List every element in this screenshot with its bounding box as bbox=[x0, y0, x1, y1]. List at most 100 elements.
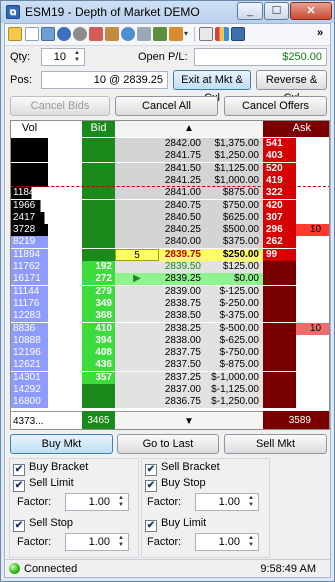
pl-cell[interactable]: $625.00 bbox=[205, 211, 263, 224]
order-marker-cell[interactable] bbox=[115, 322, 159, 335]
minimize-button[interactable]: _ bbox=[237, 2, 263, 20]
ladder-row[interactable]: 2841.50 $1,125.00 520 bbox=[11, 162, 329, 175]
ask-cell[interactable] bbox=[263, 359, 296, 372]
order-marker-cell[interactable] bbox=[115, 371, 159, 384]
ladder-row[interactable]: 14301 357 2837.25 $-1,000.00 bbox=[11, 371, 329, 384]
order-marker-cell[interactable] bbox=[115, 310, 159, 323]
flask-icon[interactable] bbox=[89, 27, 103, 41]
bid-order-cell[interactable] bbox=[48, 371, 82, 384]
scroll-down-icon[interactable]: ▼ bbox=[184, 416, 194, 427]
pl-cell[interactable]: $375.00 bbox=[205, 236, 263, 249]
pl-cell[interactable]: $-1,250.00 bbox=[205, 396, 263, 409]
bid-cell[interactable]: 272 bbox=[82, 273, 115, 286]
pl-cell[interactable]: $-125.00 bbox=[205, 285, 263, 298]
cancel-bids-button[interactable]: Cancel Bids bbox=[10, 96, 110, 116]
dom-ladder[interactable]: Vol Bid ▲ Ask 2842.00 $1,375.00 541 2841.75… bbox=[10, 120, 330, 430]
ladder-row[interactable]: 2841.75 $1,250.00 403 bbox=[11, 150, 329, 163]
pl-cell[interactable]: $-875.00 bbox=[205, 359, 263, 372]
bid-cell[interactable] bbox=[82, 187, 115, 200]
ask-order-cell[interactable] bbox=[296, 285, 329, 298]
ladder-row[interactable]: 8219 2840.00 $375.00 262 bbox=[11, 236, 329, 249]
order-marker-cell[interactable] bbox=[115, 174, 159, 187]
buy-mkt-button[interactable]: Buy Mkt bbox=[10, 434, 113, 454]
sell-stop-checkbox[interactable]: ✔ Sell Stop bbox=[13, 517, 73, 532]
order-marker-cell[interactable] bbox=[115, 187, 159, 200]
ask-cell[interactable]: 541 bbox=[263, 138, 296, 150]
bid-cell[interactable] bbox=[82, 162, 115, 175]
ask-cell[interactable]: 403 bbox=[263, 150, 296, 163]
bid-cell[interactable] bbox=[82, 199, 115, 212]
ask-order-cell[interactable] bbox=[296, 347, 329, 360]
tag-icon[interactable] bbox=[105, 27, 119, 41]
ask-order-cell[interactable] bbox=[296, 199, 329, 212]
ask-order-cell[interactable] bbox=[296, 297, 329, 310]
ask-cell[interactable] bbox=[263, 310, 296, 323]
ask-order-cell[interactable] bbox=[296, 150, 329, 163]
paint-dropdown-icon[interactable]: ▾ bbox=[184, 29, 188, 38]
ladder-row[interactable]: 2417 2840.50 $625.00 307 bbox=[11, 211, 329, 224]
ladder-row[interactable]: 3728 2840.25 $500.00 296 10 bbox=[11, 224, 329, 237]
ladder-row[interactable]: 11176 349 2838.75 $-250.00 bbox=[11, 297, 329, 310]
order-marker-cell[interactable] bbox=[115, 347, 159, 360]
ask-cell[interactable]: 520 bbox=[263, 162, 296, 175]
chart-window-icon[interactable] bbox=[231, 27, 245, 41]
ask-order-cell[interactable] bbox=[296, 187, 329, 200]
factor-stepper-2[interactable]: 1.00 ▲ ▼ bbox=[195, 493, 259, 511]
gear-icon[interactable] bbox=[73, 27, 87, 41]
scroll-up-icon[interactable]: ▲ bbox=[184, 123, 194, 134]
reverse-button[interactable]: Reverse & Cxl bbox=[256, 70, 327, 104]
bid-order-cell[interactable] bbox=[48, 273, 82, 286]
bid-order-cell[interactable] bbox=[48, 285, 82, 298]
maximize-button[interactable]: ☐ bbox=[264, 2, 289, 20]
qty-spin-icon[interactable]: ▲ ▼ bbox=[71, 50, 83, 64]
order-marker-cell[interactable] bbox=[115, 150, 159, 163]
pl-cell[interactable]: $-375.00 bbox=[205, 310, 263, 323]
ask-order-cell[interactable] bbox=[296, 162, 329, 175]
bid-cell[interactable] bbox=[82, 174, 115, 187]
factor-stepper-1[interactable]: 1.00 ▲ ▼ bbox=[65, 493, 129, 511]
bid-order-cell[interactable] bbox=[48, 396, 82, 409]
ladder-row[interactable]: 16171 272 ▶ 2839.25 $0.00 bbox=[11, 273, 329, 286]
ladder-row[interactable]: 11144 279 2839.00 $-125.00 bbox=[11, 285, 329, 298]
ladder-row[interactable]: 12196 408 2837.75 $-750.00 bbox=[11, 347, 329, 360]
close-button[interactable]: ✕ bbox=[290, 2, 332, 20]
pl-cell[interactable]: $-500.00 bbox=[205, 322, 263, 335]
bid-order-cell[interactable] bbox=[48, 310, 82, 323]
grid-icon[interactable] bbox=[41, 27, 55, 41]
ask-cell[interactable]: 99 bbox=[263, 248, 296, 261]
ask-order-cell[interactable] bbox=[296, 261, 329, 273]
cancel-all-button[interactable]: Cancel All bbox=[115, 96, 218, 116]
ask-header[interactable]: Ask bbox=[263, 121, 329, 137]
ask-order-cell[interactable] bbox=[296, 396, 329, 409]
bid-order-cell[interactable] bbox=[48, 138, 82, 150]
bid-cell[interactable] bbox=[82, 384, 115, 396]
pl-cell[interactable]: $750.00 bbox=[205, 199, 263, 212]
ladder-row[interactable]: 11894 5 2839.75 $250.00 99 bbox=[11, 248, 329, 261]
ask-cell[interactable] bbox=[263, 261, 296, 273]
pl-cell[interactable]: $-625.00 bbox=[205, 334, 263, 347]
order-marker-cell[interactable] bbox=[115, 199, 159, 212]
pl-cell[interactable]: $250.00 bbox=[205, 248, 263, 261]
bid-cell[interactable] bbox=[82, 236, 115, 249]
chart-icon[interactable] bbox=[153, 27, 167, 41]
order-marker-cell[interactable] bbox=[115, 396, 159, 409]
pl-cell[interactable]: $1,000.00 bbox=[205, 174, 263, 187]
order-marker-cell[interactable] bbox=[115, 162, 159, 175]
bid-order-cell[interactable] bbox=[48, 174, 82, 187]
ask-cell[interactable] bbox=[263, 347, 296, 360]
factor-4-spin-icon[interactable]: ▲ ▼ bbox=[245, 535, 257, 549]
ask-cell[interactable] bbox=[263, 384, 296, 396]
bid-order-cell[interactable] bbox=[48, 347, 82, 360]
bid-order-cell[interactable] bbox=[48, 248, 82, 261]
ask-cell[interactable]: 420 bbox=[263, 199, 296, 212]
ladder-row[interactable]: 1966 2840.75 $750.00 420 bbox=[11, 199, 329, 212]
buy-limit-checkbox[interactable]: ✔ Buy Limit bbox=[145, 517, 206, 532]
order-marker-cell[interactable]: 5 bbox=[115, 248, 159, 261]
ask-cell[interactable] bbox=[263, 297, 296, 310]
title-bar[interactable]: ⧉ ESM19 - Depth of Market DEMO _ ☐ ✕ bbox=[1, 1, 334, 23]
bid-cell[interactable] bbox=[82, 150, 115, 163]
paint-icon[interactable] bbox=[169, 27, 183, 41]
bid-cell[interactable] bbox=[82, 211, 115, 224]
sell-mkt-button[interactable]: Sell Mkt bbox=[224, 434, 327, 454]
order-marker-cell[interactable]: ▶ bbox=[115, 273, 159, 286]
